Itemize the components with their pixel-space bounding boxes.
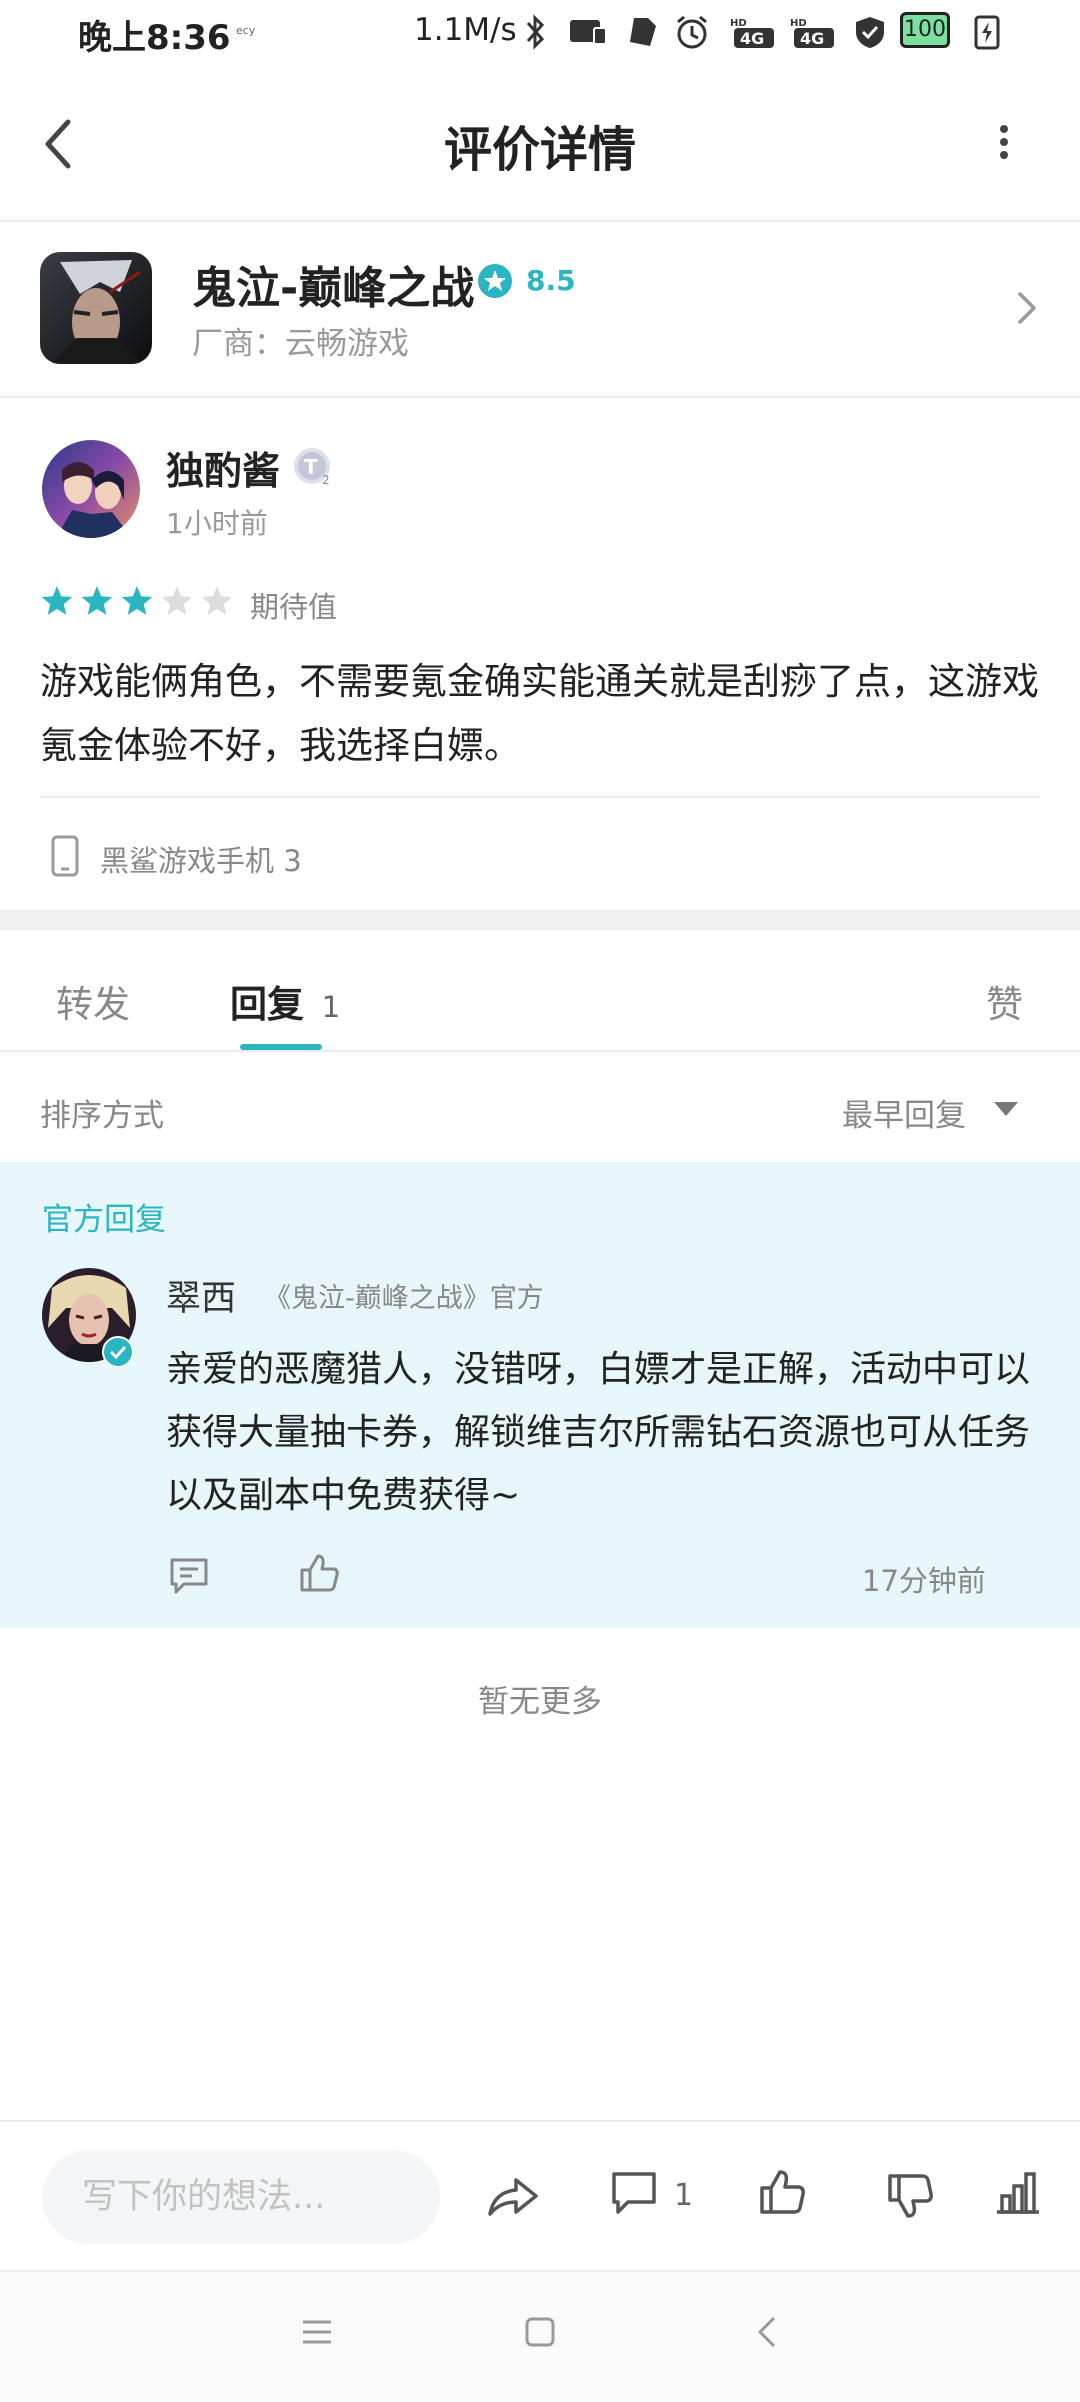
star-filled-icon [41, 586, 73, 615]
like-icon[interactable] [758, 2168, 806, 2216]
back-icon[interactable] [754, 2314, 780, 2350]
no-more-label: 暂无更多 [478, 1684, 602, 1720]
svg-text:HD: HD [730, 18, 747, 29]
review-time: 1小时前 [166, 507, 268, 540]
verified-badge-icon [102, 1336, 134, 1368]
star-empty-icon [161, 586, 193, 615]
level-badge-icon: T2 [294, 448, 330, 487]
reply-text: 亲爱的恶魔猎人，没错呀，白嫖才是正解，活动中可以获得大量抽卡券，解锁维吉尔所需钻… [166, 1349, 1031, 1516]
dislike-icon[interactable] [886, 2172, 934, 2220]
svg-text:4G: 4G [740, 29, 764, 48]
page-title: 评价详情 [443, 122, 636, 178]
divider [0, 1050, 1080, 1052]
sim-icon [630, 18, 656, 46]
comment-icon[interactable] [168, 1556, 210, 1596]
menu-icon[interactable] [300, 2318, 334, 2346]
reply-time: 17分钟前 [862, 1564, 986, 1598]
divider [40, 796, 1040, 798]
game-vendor: 厂商：云畅游戏 [192, 326, 409, 362]
tab-forward[interactable]: 转发 [56, 974, 130, 1028]
star-filled-icon [121, 586, 153, 615]
sort-label: 排序方式 [40, 1098, 164, 1134]
chevron-right-icon[interactable] [1016, 290, 1038, 326]
svg-text:ecy: ecy [236, 24, 256, 37]
section-separator [0, 910, 1080, 930]
tab-reply-label: 回复 [230, 983, 304, 1026]
thumbs-up-icon[interactable] [298, 1552, 340, 1594]
author-name[interactable]: 独酌酱 [166, 440, 280, 495]
comment-input[interactable] [42, 2150, 440, 2244]
tab-like[interactable]: 赞 [986, 974, 1023, 1028]
reply-count-icon[interactable] [610, 2170, 658, 2216]
svg-text:T: T [304, 455, 318, 479]
dropdown-arrow-icon[interactable] [992, 1100, 1020, 1118]
svg-text:2: 2 [322, 473, 330, 487]
more-options-icon[interactable] [994, 124, 1014, 164]
game-name[interactable]: 鬼泣-巅峰之战 [192, 252, 474, 316]
star-filled-icon [81, 586, 113, 615]
tab-reply-count: 1 [321, 990, 341, 1024]
hd-signal-icon-2: HD4G [790, 18, 834, 48]
shield-icon [856, 17, 884, 48]
game-card[interactable] [0, 220, 1080, 398]
network-speed: 1.1M/s [414, 12, 517, 48]
official-reply-label: 官方回复 [42, 1202, 166, 1238]
stats-icon[interactable] [994, 2170, 1042, 2216]
battery-indicator: 100 [900, 12, 950, 48]
home-icon[interactable] [524, 2316, 556, 2348]
svg-text:HD: HD [790, 18, 807, 29]
status-bar: 晚上8:36 ecy 1.1M/s HD 4G HD 4G 100 [0, 0, 1080, 68]
star-rating [40, 584, 240, 624]
reply-count: 1 [674, 2178, 694, 2213]
bluetooth-icon [526, 14, 545, 50]
status-time: 晚上8:36 [78, 18, 231, 58]
device-label: 黑鲨游戏手机 3 [100, 844, 302, 878]
tab-reply[interactable]: 回复 1 [230, 974, 340, 1028]
svg-text:4G: 4G [800, 29, 824, 48]
hd-signal-icon-1: HD4G [730, 18, 774, 48]
star-empty-icon [201, 586, 233, 615]
score-star-icon [478, 264, 512, 298]
review-text: 游戏能俩角色，不需要氪金确实能通关就是刮痧了点，这游戏氪金体验不好，我选择白嫖。 [40, 660, 1039, 767]
sort-dropdown[interactable]: 最早回复 [842, 1090, 966, 1135]
rating-label: 期待值 [250, 590, 338, 624]
notification-icon: ecy [236, 24, 256, 37]
game-score: 8.5 [526, 264, 576, 297]
charging-icon [974, 15, 1000, 50]
game-icon[interactable] [40, 252, 152, 364]
alarm-icon [677, 15, 707, 49]
author-avatar[interactable] [42, 440, 140, 538]
screen-cast-icon [570, 20, 607, 45]
reply-author-name[interactable]: 翠西 [166, 1270, 236, 1321]
share-icon[interactable] [486, 2172, 540, 2218]
reply-source: 《鬼泣-巅峰之战》官方 [264, 1283, 544, 1314]
phone-icon [51, 835, 79, 877]
